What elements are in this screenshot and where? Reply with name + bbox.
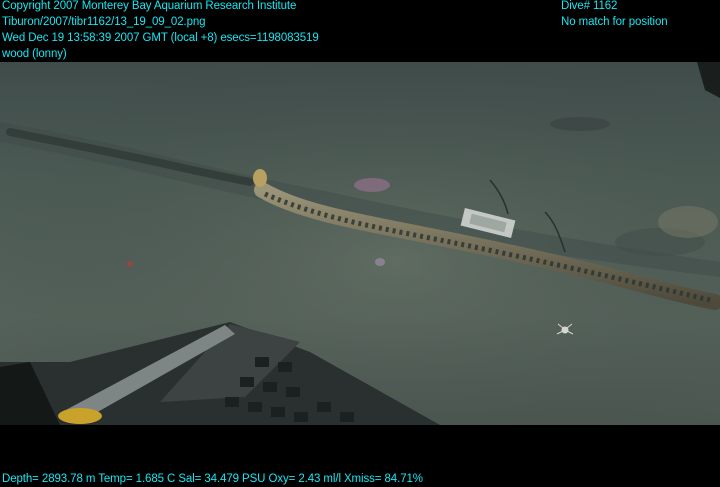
sponge-patch [658,206,718,238]
sediment-depression [550,117,610,131]
position-status-text: No match for position [561,16,668,28]
dive-info: Dive# 1162 No match for position [561,0,668,30]
seafloor-scene [0,62,720,425]
telemetry-text: Depth= 2893.78 m Temp= 1.685 C Sal= 34.4… [2,473,423,485]
file-path-text: Tiburon/2007/tibr1162/13_19_09_02.png [2,16,206,28]
dive-number-text: Dive# 1162 [561,0,618,12]
annotation-text: wood (lonny) [2,48,67,60]
header-info: Copyright 2007 Monterey Bay Aquarium Res… [2,0,319,62]
datetime-text: Wed Dec 19 13:58:39 2007 GMT (local +8) … [2,32,319,44]
seafloor-video-frame [0,62,720,425]
small-organism [375,258,385,266]
yellow-rope [58,408,102,424]
purple-organism [354,178,390,192]
copyright-text: Copyright 2007 Monterey Bay Aquarium Res… [2,0,297,12]
log-end-knob [253,169,267,187]
telemetry-bar: Depth= 2893.78 m Temp= 1.685 C Sal= 34.4… [2,471,423,487]
red-organism [127,261,133,267]
